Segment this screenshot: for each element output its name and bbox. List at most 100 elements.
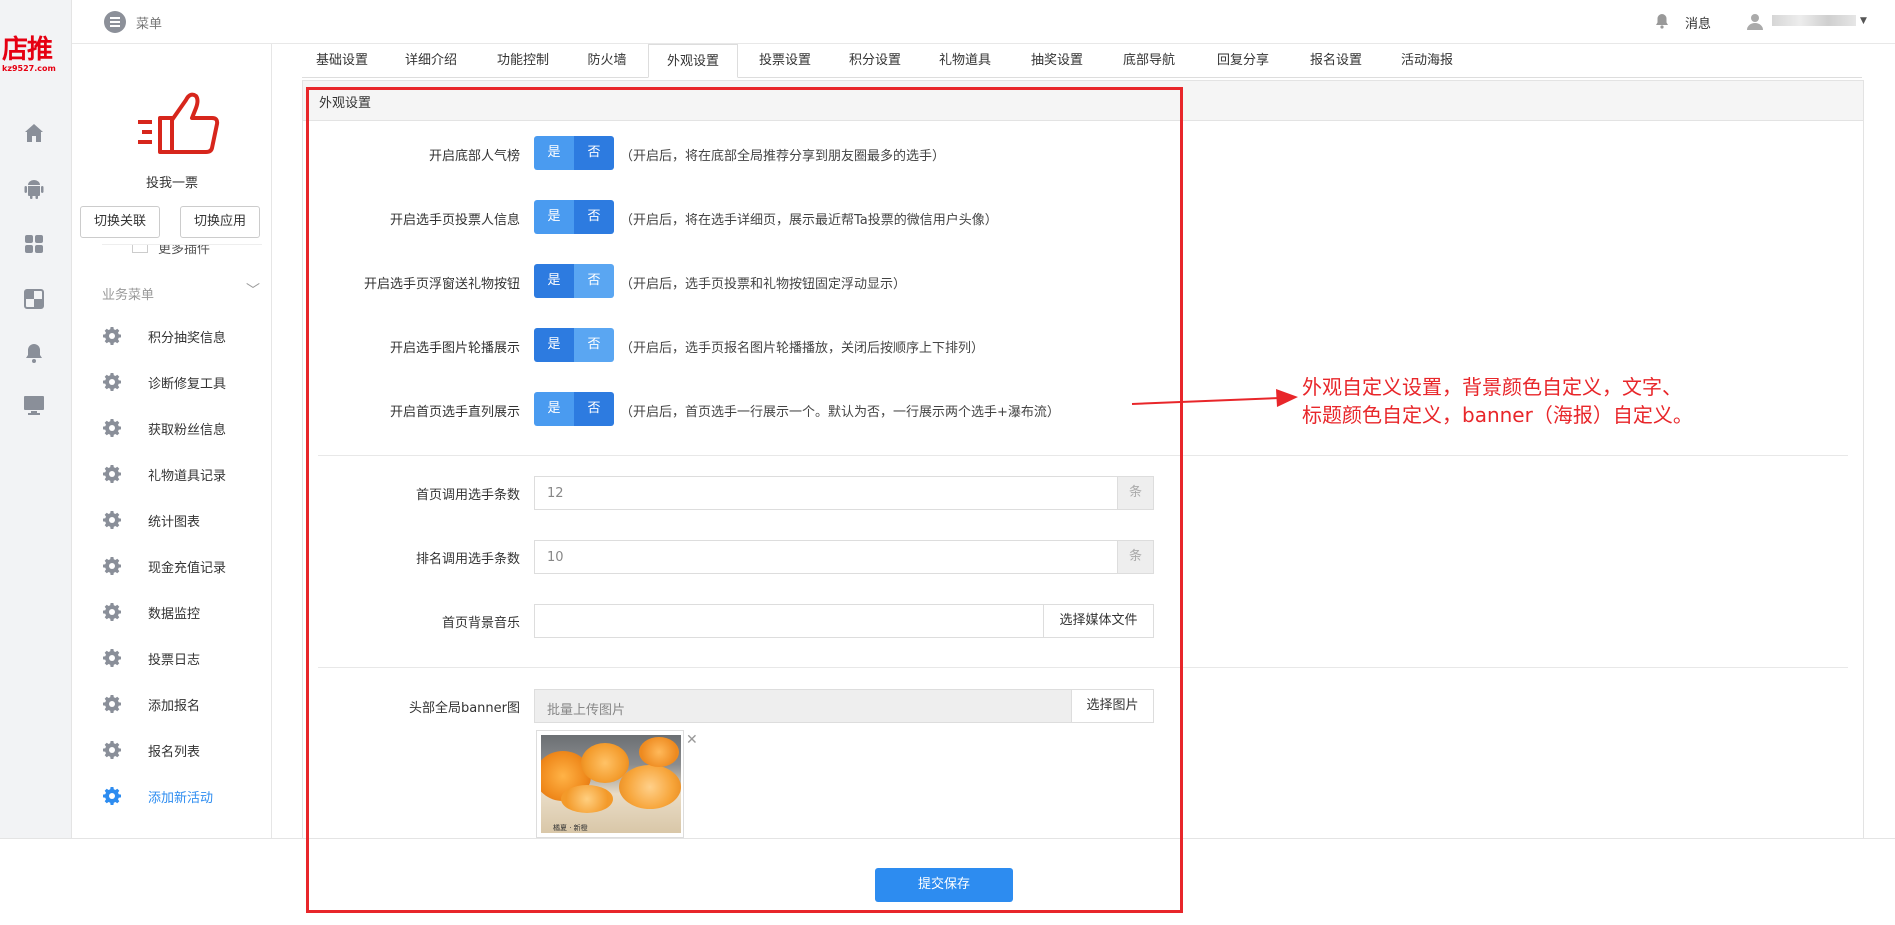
home-count-input[interactable]: 12 条	[534, 476, 1154, 510]
gear-icon	[102, 740, 122, 760]
sidebar-item[interactable]: 添加报名	[102, 692, 272, 716]
sidebar-item[interactable]: 现金充值记录	[102, 554, 272, 578]
toggle-no-option[interactable]: 否	[574, 136, 614, 170]
toggle-label: 开启选手图片轮播展示	[389, 341, 520, 356]
tab-item[interactable]: 投票设置	[744, 44, 826, 78]
rank-count-value: 10	[547, 550, 564, 565]
remove-image-close-icon[interactable]: ✕	[686, 732, 698, 748]
android-icon[interactable]	[22, 177, 46, 201]
choose-media-button[interactable]: 选择媒体文件	[1043, 605, 1153, 637]
tab-item[interactable]: 积分设置	[834, 44, 916, 78]
toggle-no-option[interactable]: 否	[574, 328, 614, 362]
brand-logo-domain: kz9527.com	[2, 64, 56, 73]
yes-no-toggle: 是否	[534, 200, 614, 234]
toggle-label: 开启底部人气榜	[428, 149, 520, 164]
menu-list-icon[interactable]	[104, 11, 126, 33]
toggle-yes-option[interactable]: 是	[534, 200, 574, 234]
gear-icon	[102, 694, 122, 714]
home-icon[interactable]	[22, 121, 46, 145]
annotation-text: 外观自定义设置，背景颜色自定义，文字、 标题颜色自定义，banner（海报）自定…	[1302, 373, 1802, 429]
banner-image: 橘夏 · 新橙	[541, 735, 681, 833]
bg-music-input[interactable]: 选择媒体文件	[534, 604, 1154, 638]
sidebar-item[interactable]: 报名列表	[102, 738, 272, 762]
choose-image-button[interactable]: 选择图片	[1071, 690, 1153, 722]
toggle-no-option[interactable]: 否	[574, 200, 614, 234]
sidebar-item[interactable]: 获取粉丝信息	[102, 416, 272, 440]
yes-no-toggle: 是否	[534, 264, 614, 298]
banner-thumbnail[interactable]: 橘夏 · 新橙	[536, 730, 684, 838]
tab-item[interactable]: 防火墙	[574, 44, 640, 78]
user-dropdown-caret-icon[interactable]: ▼	[1860, 16, 1867, 26]
sidebar-item-label: 积分抽奖信息	[148, 331, 227, 346]
sidebar-item[interactable]: 礼物道具记录	[102, 462, 272, 486]
banner-label: 头部全局banner图	[408, 701, 520, 716]
tab-item[interactable]: 功能控制	[480, 44, 566, 78]
sidebar-item[interactable]: 投票日志	[102, 646, 272, 670]
toggle-hint: （开启后，将在底部全局推荐分享到朋友圈最多的选手）	[620, 149, 946, 164]
submit-save-button[interactable]: 提交保存	[875, 868, 1013, 902]
layout-icon[interactable]	[22, 287, 46, 311]
annotation-line-1: 外观自定义设置，背景颜色自定义，文字、	[1302, 375, 1682, 399]
sidebar-item-label: 数据监控	[148, 607, 201, 622]
gear-icon	[102, 372, 122, 392]
rank-count-input[interactable]: 10 条	[534, 540, 1154, 574]
messages-link[interactable]: 消息	[1685, 13, 1711, 32]
sidebar-item[interactable]: 添加新活动	[102, 784, 272, 808]
user-name-blurred[interactable]	[1772, 15, 1856, 26]
toggle-yes-option[interactable]: 是	[534, 136, 574, 170]
tab-item[interactable]: 礼物道具	[924, 44, 1006, 78]
toggle-hint: （开启后，选手页投票和礼物按钮固定浮动显示）	[620, 277, 907, 292]
switch-app-button[interactable]: 切换应用	[180, 206, 260, 238]
tab-item[interactable]: 底部导航	[1108, 44, 1190, 78]
toggle-yes-option[interactable]: 是	[534, 392, 574, 426]
brand-logo[interactable]: 店推 kz9527.com	[2, 36, 68, 76]
user-avatar-icon[interactable]	[1746, 12, 1764, 30]
icon-rail: 店推 kz9527.com	[0, 0, 72, 838]
sidebar-item[interactable]: 数据监控	[102, 600, 272, 624]
business-menu-heading[interactable]: 业务菜单	[102, 284, 154, 303]
banner-upload-input[interactable]: 批量上传图片 选择图片	[534, 689, 1154, 723]
tab-item[interactable]: 抽奖设置	[1014, 44, 1100, 78]
thumbs-up-logo-icon	[138, 92, 220, 154]
gear-icon	[102, 418, 122, 438]
toggle-yes-option[interactable]: 是	[534, 328, 574, 362]
partially-hidden-menu-item[interactable]: 更多插件	[102, 244, 262, 256]
collapse-chevron-icon[interactable]: ﹀	[246, 280, 260, 300]
tab-item[interactable]: 回复分享	[1198, 44, 1288, 78]
sidebar-item-label: 礼物道具记录	[148, 469, 227, 484]
monitor-icon[interactable]	[22, 393, 46, 417]
footer-separator	[0, 838, 1895, 839]
switch-link-button[interactable]: 切换关联	[80, 206, 160, 238]
sidebar-item-label: 现金充值记录	[148, 561, 227, 576]
toggle-no-option[interactable]: 否	[574, 264, 614, 298]
home-count-value: 12	[547, 486, 564, 501]
sidebar-item[interactable]: 积分抽奖信息	[102, 324, 272, 348]
gear-icon	[102, 464, 122, 484]
toggle-label: 开启首页选手直列展示	[389, 405, 520, 420]
sidebar-item-label: 诊断修复工具	[148, 377, 227, 392]
toggle-no-option[interactable]: 否	[574, 392, 614, 426]
tab-item[interactable]: 详细介绍	[390, 44, 472, 78]
gear-icon	[102, 648, 122, 668]
section-divider	[318, 455, 1848, 456]
toggle-yes-option[interactable]: 是	[534, 264, 574, 298]
tab-item[interactable]: 活动海报	[1384, 44, 1470, 78]
top-bar: 菜单 消息 ▼	[72, 0, 1895, 44]
menu-label[interactable]: 菜单	[136, 13, 162, 32]
panel-title: 外观设置	[319, 96, 372, 111]
bell-icon[interactable]	[22, 341, 46, 365]
sidebar-item[interactable]: 诊断修复工具	[102, 370, 272, 394]
toggle-hint: （开启后，将在选手详细页，展示最近帮Ta投票的微信用户头像）	[620, 213, 998, 228]
tab-item[interactable]: 外观设置	[648, 44, 738, 78]
bg-music-label: 首页背景音乐	[441, 616, 520, 631]
sidebar-item-label: 统计图表	[148, 515, 201, 530]
toggle-hint: （开启后，选手页报名图片轮播播放，关闭后按顺序上下排列）	[620, 341, 985, 356]
apps-grid-icon[interactable]	[22, 232, 46, 256]
annotation-line-2: 标题颜色自定义，banner（海报）自定义。	[1302, 403, 1693, 427]
tab-item[interactable]: 报名设置	[1296, 44, 1376, 78]
sidebar-item[interactable]: 统计图表	[102, 508, 272, 532]
tab-item[interactable]: 基础设置	[302, 44, 382, 78]
notification-bell-icon[interactable]	[1655, 13, 1669, 29]
gear-icon	[102, 556, 122, 576]
sidebar-item-label: 添加新活动	[148, 791, 214, 806]
